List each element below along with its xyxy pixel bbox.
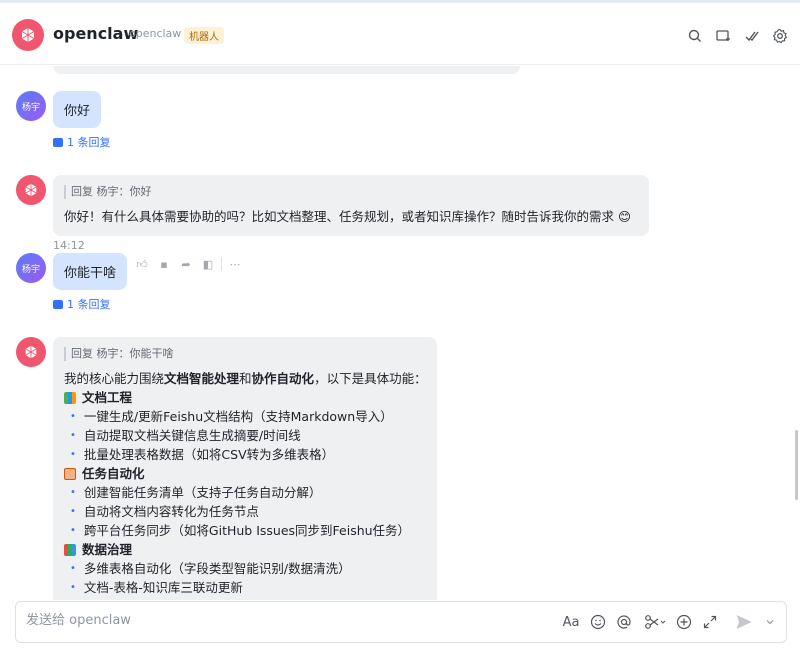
thumbs-up-icon[interactable]: 👍︎ xyxy=(133,255,151,273)
add-icon[interactable] xyxy=(675,613,693,631)
forward-icon[interactable]: ➦ xyxy=(177,255,195,273)
message-input[interactable] xyxy=(26,613,426,628)
expand-icon[interactable] xyxy=(701,613,719,631)
chat-header: openclaw openclaw 机器人 xyxy=(0,3,800,65)
books-icon xyxy=(64,391,76,404)
reply-thread-link[interactable]: 1 条回复 xyxy=(53,134,111,150)
send-options-icon[interactable] xyxy=(761,613,779,631)
previous-message-bubble xyxy=(53,66,520,74)
mention-icon[interactable] xyxy=(615,613,633,631)
scrollbar[interactable] xyxy=(795,430,798,500)
section-heading: 数据治理 xyxy=(64,540,426,559)
font-format-icon[interactable]: Aa xyxy=(562,613,580,631)
intro-bold: 文档智能处理 xyxy=(164,371,240,386)
reply-count: 1 条回复 xyxy=(67,298,111,311)
openclaw-logo-icon xyxy=(25,345,37,359)
settings-icon[interactable] xyxy=(771,27,789,45)
openclaw-logo-icon[interactable] xyxy=(12,19,44,51)
intro-bold: 协作自动化 xyxy=(251,371,315,386)
message-list[interactable]: 杨宇 你好 1 条回复 回复 杨宇：你好 你好！有什么具体需要协助的吗？比如文档… xyxy=(0,66,800,600)
bot-avatar[interactable] xyxy=(16,337,46,367)
bot-message-bubble[interactable]: 回复 杨宇：你好 你好！有什么具体需要协助的吗？比如文档整理、任务规划，或者知识… xyxy=(53,175,649,236)
avatar[interactable]: 杨宇 xyxy=(16,91,46,121)
user-message-bubble[interactable]: 你好 xyxy=(53,91,102,128)
bot-avatar[interactable] xyxy=(16,175,46,205)
list-item: • 跨平台任务同步（如将GitHub Issues同步到Feishu任务） xyxy=(70,523,411,538)
bot-message-bubble[interactable]: 回复 杨宇：你能干啥 我的核心能力围绕文档智能处理和协作自动化，以下是具体功能：… xyxy=(53,337,437,600)
list-item-text: 多维表格自动化（字段类型智能识别/数据清洗） xyxy=(83,561,351,576)
list-item: • 文档-表格-知识库三联动更新 xyxy=(70,580,243,595)
list-item-text: 文档-表格-知识库三联动更新 xyxy=(83,580,243,595)
reply-count: 1 条回复 xyxy=(67,136,111,149)
openclaw-logo-icon xyxy=(25,183,37,197)
emoji-icon[interactable] xyxy=(589,613,607,631)
message-text: 你好！有什么具体需要协助的吗？比如文档整理、任务规划，或者知识库操作？随时告诉我… xyxy=(64,209,632,224)
clipboard-icon xyxy=(64,467,76,480)
more-icon[interactable]: ⋯ xyxy=(226,255,244,273)
section-title: 任务自动化 xyxy=(82,466,145,481)
list-item-text: 自动提取文档关键信息生成摘要/时间线 xyxy=(83,428,301,443)
sticker-icon[interactable]: ◧ xyxy=(199,255,217,273)
list-item: • 多维表格自动化（字段类型智能识别/数据清洗） xyxy=(70,561,351,576)
divider xyxy=(221,257,222,271)
bar-chart-icon xyxy=(64,543,76,556)
message-actions-bar: 👍︎ ▪ ➦ ◧ ⋯ xyxy=(133,255,244,273)
bot-badge: 机器人 xyxy=(184,27,224,44)
list-item-text: 跨平台任务同步（如将GitHub Issues同步到Feishu任务） xyxy=(83,523,411,538)
timestamp: 14:12 xyxy=(53,239,85,252)
intro-text: 我的核心能力围绕 xyxy=(64,371,165,386)
user-message-bubble[interactable]: 你能干啥 xyxy=(53,253,128,290)
section-title: 数据治理 xyxy=(82,542,133,557)
list-item: • 批量处理表格数据（如将CSV转为多维表格） xyxy=(70,447,335,462)
comment-icon[interactable]: ▪ xyxy=(155,255,173,273)
list-item-text: 自动将文档内容转化为任务节点 xyxy=(83,504,259,519)
check-icon[interactable] xyxy=(743,27,761,45)
list-item-text: 批量处理表格数据（如将CSV转为多维表格） xyxy=(83,447,335,462)
chat-subtitle: openclaw xyxy=(129,27,182,40)
list-item: • 创建智能任务清单（支持子任务自动分解） xyxy=(70,485,322,500)
section-title: 文档工程 xyxy=(82,390,133,405)
list-item: • 自动将文档内容转化为任务节点 xyxy=(70,504,259,519)
list-item-text: 一键生成/更新Feishu文档结构（支持Markdown导入） xyxy=(83,409,393,424)
scissors-icon[interactable] xyxy=(643,613,667,631)
reply-quote: 回复 杨宇：你能干啥 xyxy=(64,347,426,361)
intro-text: ，以下是具体功能： xyxy=(314,371,427,386)
list-item: • 一键生成/更新Feishu文档结构（支持Markdown导入） xyxy=(70,409,393,424)
add-tab-icon[interactable] xyxy=(714,27,732,45)
message-composer[interactable]: Aa xyxy=(15,601,787,643)
section-heading: 文档工程 xyxy=(64,388,426,407)
intro-text: 和 xyxy=(239,371,252,386)
reply-quote: 回复 杨宇：你好 xyxy=(64,185,638,199)
comment-icon xyxy=(53,299,63,309)
avatar[interactable]: 杨宇 xyxy=(16,253,46,283)
send-icon[interactable] xyxy=(735,613,753,631)
section-heading: 任务自动化 xyxy=(64,464,426,483)
message-intro: 我的核心能力围绕文档智能处理和协作自动化，以下是具体功能： xyxy=(64,369,427,388)
list-item-text: 创建智能任务清单（支持子任务自动分解） xyxy=(83,485,322,500)
reply-thread-link[interactable]: 1 条回复 xyxy=(53,296,111,312)
search-icon[interactable] xyxy=(686,27,704,45)
chat-title[interactable]: openclaw xyxy=(53,24,138,43)
comment-icon xyxy=(53,137,63,147)
list-item: • 自动提取文档关键信息生成摘要/时间线 xyxy=(70,428,301,443)
